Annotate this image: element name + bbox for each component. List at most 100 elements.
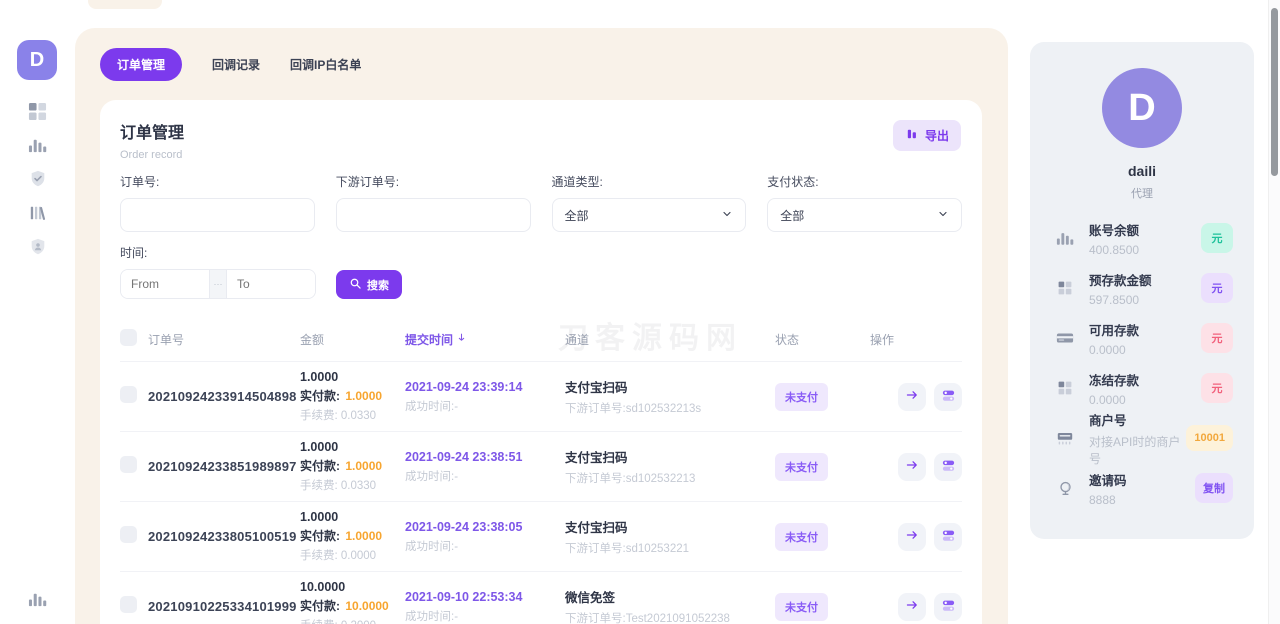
scrollbar-track[interactable] — [1268, 0, 1280, 624]
profile-stat-item: 账号余额 400.8500 元 — [1056, 213, 1233, 263]
order-number: 20210910225334101999 — [148, 599, 300, 614]
downstream-order-no-label: 下游订单号: — [336, 173, 531, 190]
stat-badge[interactable]: 复制 — [1195, 473, 1233, 503]
row-checkbox[interactable] — [120, 596, 137, 613]
channel-type-label: 通道类型: — [552, 173, 747, 190]
profile-role: 代理 — [1030, 185, 1254, 201]
order-no-input[interactable] — [120, 198, 315, 232]
bar-chart-icon — [28, 136, 47, 158]
channel-name: 支付宝扫码 — [565, 377, 775, 396]
tab-callback-records[interactable]: 回调记录 — [212, 56, 260, 73]
order-detail-button[interactable] — [898, 523, 926, 551]
sidebar-nav-item[interactable] — [25, 204, 51, 225]
row-checkbox[interactable] — [120, 526, 137, 543]
sidebar-nav-item[interactable] — [25, 102, 51, 123]
success-time-value: - — [454, 471, 458, 483]
stat-badge: 10001 — [1186, 425, 1233, 451]
time-filter-row: 时间: ··· 搜索 — [120, 244, 962, 299]
order-management-page: 订单管理 回调记录 回调IP白名单 订单管理 Order record 导出 订… — [0, 0, 1280, 624]
downstream-order-no-input[interactable] — [336, 198, 531, 232]
downstream-order-id: sd102532213s — [626, 403, 701, 415]
stat-value: 8888 — [1089, 493, 1195, 507]
order-options-button[interactable] — [934, 593, 962, 621]
date-to-input[interactable] — [227, 270, 315, 298]
amount-value: 1.0000 — [300, 510, 405, 524]
export-button[interactable]: 导出 — [893, 120, 961, 151]
paid-value: 1.0000 — [345, 529, 382, 543]
sidebar-nav-item[interactable] — [25, 136, 51, 157]
chevron-down-icon — [937, 208, 949, 223]
scrollbar-thumb[interactable] — [1271, 8, 1278, 176]
pay-status-select[interactable]: 全部 — [767, 198, 962, 232]
channel-type-select[interactable]: 全部 — [552, 198, 747, 232]
paid-value: 1.0000 — [345, 459, 382, 473]
tab-callback-ip-whitelist[interactable]: 回调IP白名单 — [290, 56, 361, 73]
arrow-right-icon — [905, 458, 919, 475]
row-checkbox[interactable] — [120, 456, 137, 473]
table-row: 20210924233805100519 1.0000 实付款: 1.0000 … — [120, 501, 962, 571]
tab-order-management[interactable]: 订单管理 — [100, 48, 182, 81]
stat-badge: 元 — [1201, 373, 1233, 403]
order-detail-button[interactable] — [898, 383, 926, 411]
tab-bar: 订单管理 回调记录 回调IP白名单 — [100, 48, 361, 81]
profile-stat-item: 冻结存款 0.0000 元 — [1056, 363, 1233, 413]
channel-name: 支付宝扫码 — [565, 517, 775, 536]
order-options-button[interactable] — [934, 383, 962, 411]
filter-row: 订单号: 下游订单号: 通道类型: 全部 — [120, 173, 962, 232]
globe-icon — [1056, 480, 1074, 497]
sidebar-nav-item[interactable] — [25, 170, 51, 191]
chevron-down-icon — [721, 208, 733, 223]
order-options-button[interactable] — [934, 523, 962, 551]
shield-user-icon — [29, 238, 47, 259]
stat-title: 商户号 — [1089, 410, 1186, 429]
col-submit-time-sort[interactable]: 提交时间 — [405, 331, 565, 348]
table-row: 20210924233914504898 1.0000 实付款: 1.0000 … — [120, 361, 962, 431]
stat-badge: 元 — [1201, 273, 1233, 303]
submit-time: 2021-09-24 23:39:14 — [405, 380, 565, 394]
paid-label: 实付款: — [300, 529, 340, 543]
select-all-checkbox[interactable] — [120, 329, 137, 346]
status-badge: 未支付 — [775, 453, 828, 481]
submit-time: 2021-09-24 23:38:05 — [405, 520, 565, 534]
col-amount: 金额 — [300, 331, 405, 348]
profile-stats-list: 账号余额 400.8500 元 预存款金额 597.8500 元 — [1030, 213, 1254, 513]
col-channel: 通道 — [565, 331, 775, 348]
grid-icon — [1056, 380, 1074, 396]
stat-title: 冻结存款 — [1089, 370, 1201, 389]
success-time-value: - — [454, 541, 458, 553]
order-no-label: 订单号: — [120, 173, 315, 190]
export-label: 导出 — [925, 127, 949, 144]
toggle-icon — [941, 528, 956, 546]
downstream-label: 下游订单号: — [565, 543, 626, 555]
amount-value: 1.0000 — [300, 370, 405, 384]
search-button[interactable]: 搜索 — [336, 270, 402, 299]
bar-chart-icon — [28, 590, 47, 614]
profile-stat-item: 预存款金额 597.8500 元 — [1056, 263, 1233, 313]
paid-label: 实付款: — [300, 389, 340, 403]
table-row: 20210910225334101999 10.0000 实付款: 10.000… — [120, 571, 962, 624]
main-content-area: 订单管理 回调记录 回调IP白名单 订单管理 Order record 导出 订… — [75, 28, 1008, 624]
decor-blob — [88, 0, 162, 9]
pos-icon — [1056, 429, 1074, 447]
order-detail-button[interactable] — [898, 593, 926, 621]
library-icon — [29, 204, 47, 225]
downstream-order-id: Test2021091052238 — [626, 613, 730, 624]
fee-label: 手续费: — [300, 480, 338, 492]
sidebar-nav-item[interactable] — [25, 238, 51, 259]
order-detail-button[interactable] — [898, 453, 926, 481]
stat-title: 可用存款 — [1089, 320, 1201, 339]
profile-stat-item: 邀请码 8888 复制 — [1056, 463, 1233, 513]
order-options-button[interactable] — [934, 453, 962, 481]
fee-value: 0.0000 — [341, 550, 376, 562]
row-checkbox[interactable] — [120, 386, 137, 403]
downstream-order-id: sd102532213 — [626, 473, 696, 485]
search-icon — [349, 277, 362, 293]
col-order-no: 订单号 — [148, 331, 300, 348]
date-from-input[interactable] — [121, 270, 209, 298]
stat-badge: 元 — [1201, 223, 1233, 253]
paid-value: 1.0000 — [345, 389, 382, 403]
toggle-icon — [941, 388, 956, 406]
dashboard-grid-icon — [28, 102, 47, 124]
grid-icon — [1056, 280, 1074, 296]
success-time-value: - — [454, 401, 458, 413]
